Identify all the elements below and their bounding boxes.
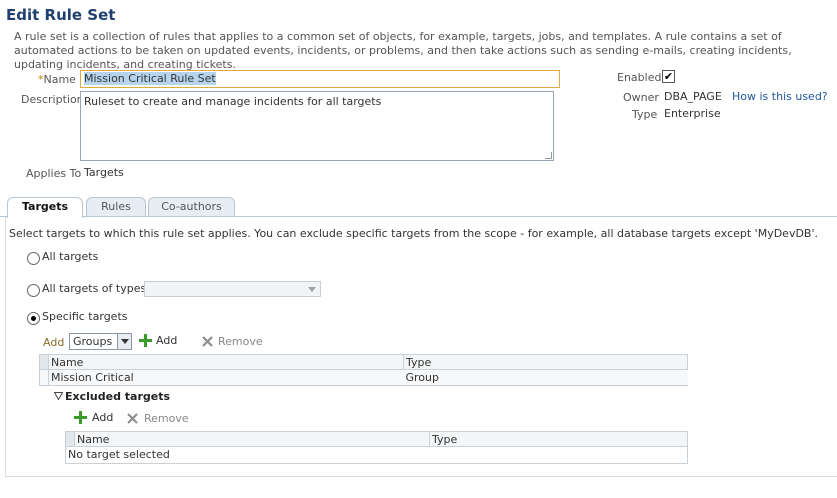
column-header-name[interactable]: Name — [48, 354, 404, 370]
tab-rules[interactable]: Rules — [86, 197, 146, 217]
add-excluded-button-label: Add — [92, 411, 114, 424]
owner-value: DBA_PAGE — [664, 90, 722, 103]
remove-target-button-label: Remove — [218, 335, 263, 348]
type-value: Enterprise — [664, 107, 721, 120]
target-types-select[interactable] — [144, 281, 321, 297]
targets-table: Name Type Mission Critical Group — [39, 354, 688, 386]
x-icon — [202, 336, 213, 347]
remove-excluded-button-label: Remove — [144, 412, 189, 425]
add-type-label: Add — [43, 336, 65, 349]
tab-targets[interactable]: Targets — [7, 197, 83, 218]
page-description: A rule set is a collection of rules that… — [14, 30, 792, 71]
target-type-cell: Group — [403, 369, 688, 386]
tab-co-authors[interactable]: Co-authors — [148, 197, 235, 217]
x-icon — [127, 413, 138, 424]
table-row[interactable]: Mission Critical Group — [39, 369, 688, 386]
name-label: *Name — [38, 73, 76, 86]
name-input[interactable]: Mission Critical Rule Set — [80, 70, 560, 88]
target-name-cell: Mission Critical — [48, 369, 404, 386]
specific-targets-label: Specific targets — [42, 310, 128, 323]
add-type-select-value: Groups — [73, 335, 113, 348]
description-label: Description — [21, 93, 84, 106]
enabled-checkbox[interactable]: ✔ — [662, 70, 675, 83]
all-targets-radio[interactable] — [27, 252, 40, 265]
row-selector[interactable] — [39, 369, 49, 386]
excluded-targets-header[interactable]: Excluded targets — [65, 390, 170, 403]
applies-to-label: Applies To — [26, 167, 82, 180]
resize-grip-icon[interactable] — [545, 152, 552, 159]
add-type-select[interactable]: Groups — [69, 333, 132, 350]
plus-icon — [139, 334, 152, 347]
applies-to-value: Targets — [84, 166, 124, 179]
all-targets-of-types-label: All targets of types — [42, 282, 147, 295]
all-targets-label: All targets — [42, 250, 99, 263]
triangle-down-icon[interactable] — [54, 392, 63, 400]
type-label: Type — [632, 108, 658, 121]
column-header-type[interactable]: Type — [429, 431, 688, 447]
row-selector-header — [39, 354, 49, 370]
row-selector-header — [65, 431, 75, 447]
empty-table-text: No target selected — [68, 448, 170, 461]
column-header-name[interactable]: Name — [74, 431, 430, 447]
name-input-value: Mission Critical Rule Set — [84, 72, 216, 85]
description-textarea-value: Ruleset to create and manage incidents f… — [84, 95, 382, 108]
chevron-down-icon — [308, 287, 316, 292]
all-targets-of-types-radio[interactable] — [27, 284, 40, 297]
specific-targets-radio[interactable] — [27, 312, 40, 325]
column-header-type[interactable]: Type — [403, 354, 688, 370]
plus-icon — [74, 411, 87, 424]
how-is-this-used-link[interactable]: How is this used? — [732, 90, 828, 103]
excluded-targets-table: Name Type No target selected — [65, 431, 688, 464]
description-textarea[interactable]: Ruleset to create and manage incidents f… — [80, 91, 554, 161]
targets-instruction: Select targets to which this rule set ap… — [9, 227, 818, 240]
owner-label: Owner — [623, 91, 659, 104]
empty-row: No target selected — [65, 446, 688, 464]
page-title: Edit Rule Set — [6, 6, 116, 24]
add-target-button-label: Add — [156, 334, 178, 347]
enabled-label: Enabled — [617, 71, 662, 84]
name-label-text: Name — [43, 73, 76, 86]
chevron-down-icon — [117, 334, 131, 349]
